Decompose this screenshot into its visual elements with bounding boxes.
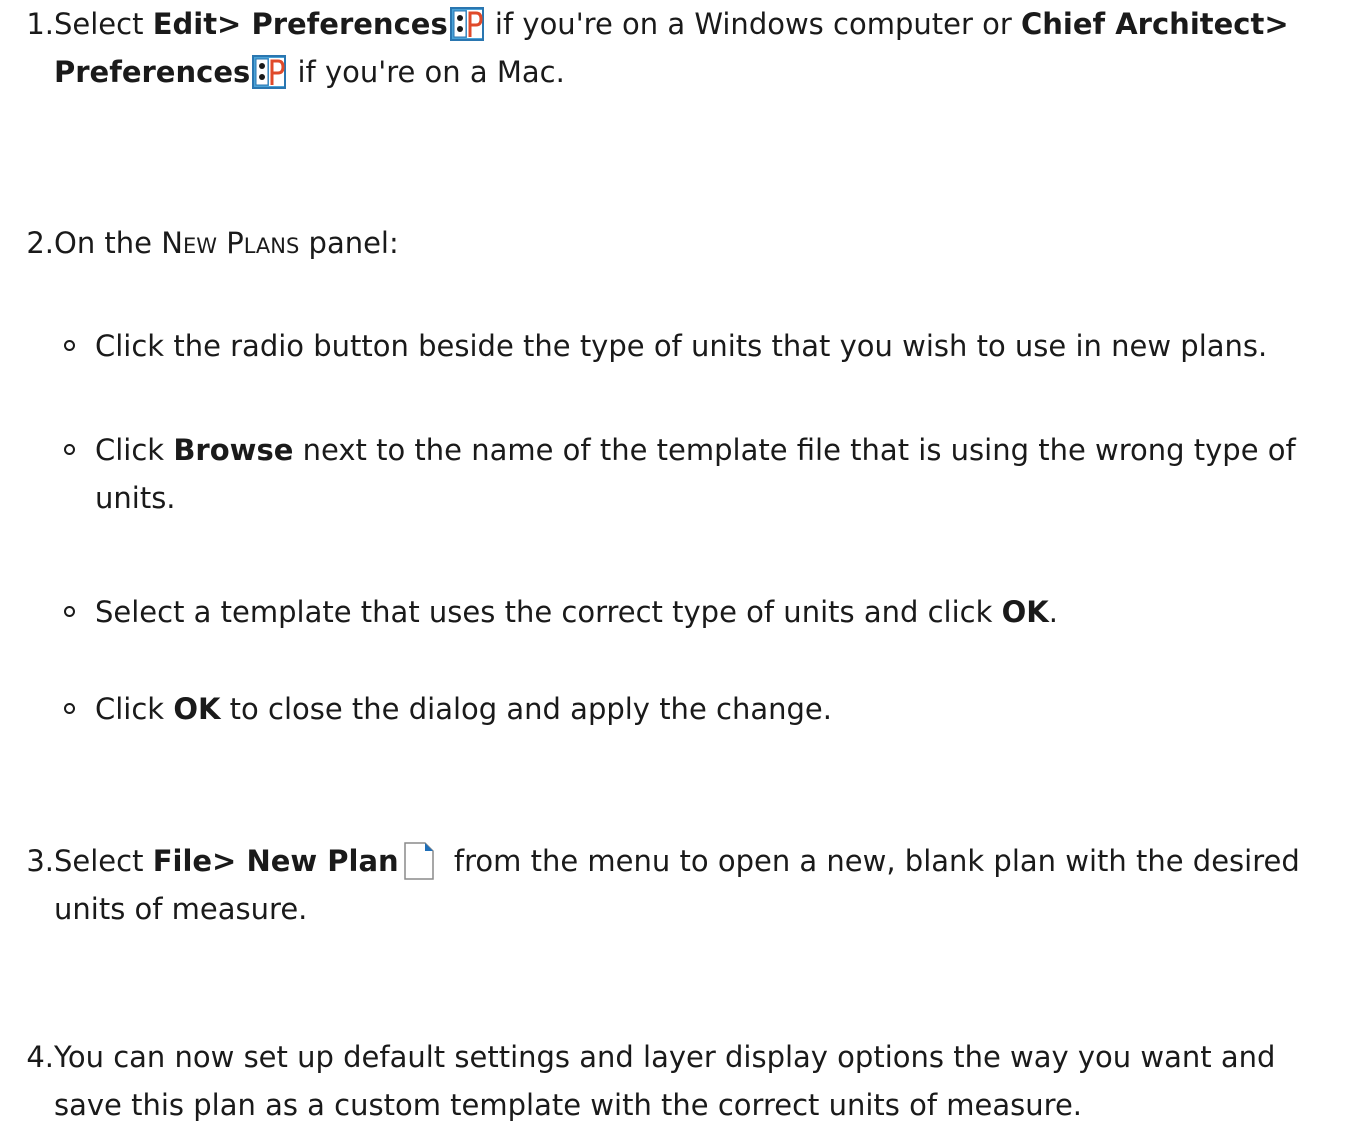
step-text: On the NEW PLANS panel: (54, 226, 399, 260)
step-4: 4. You can now set up default settings a… (10, 1033, 1340, 1129)
step-text: You can now set up default settings and … (54, 1040, 1276, 1122)
step-1: 1. Select Edit> Preferences if you're on… (10, 0, 1340, 96)
preferences-icon (449, 7, 484, 41)
preferences-icon (252, 55, 287, 89)
step-number: 2. (26, 226, 54, 260)
button-name-ok: OK (173, 692, 221, 726)
step-number: 1. (26, 7, 54, 41)
menu-path-new-plan: File> New Plan (152, 844, 399, 878)
panel-name: NEW PLANS (161, 226, 300, 260)
bullet-icon (64, 703, 75, 714)
bullet-icon (64, 606, 75, 617)
step-text: Select Edit> Preferences if you're on a … (54, 7, 1289, 89)
list-item: Select a template that uses the correct … (64, 588, 1340, 636)
menu-path-windows: Edit> Preferences (152, 7, 448, 41)
step-number: 4. (26, 1040, 54, 1074)
bullet-icon (64, 340, 75, 351)
instructions-document: 1. Select Edit> Preferences if you're on… (0, 0, 1351, 1137)
step-3: 3. Select File> New Plan from the menu t… (10, 837, 1340, 933)
button-name-browse: Browse (173, 433, 294, 467)
step-text: Select File> New Plan from the menu to o… (54, 842, 1300, 926)
step-number: 3. (26, 844, 54, 878)
list-item: Click the radio button beside the type o… (64, 322, 1340, 370)
bullet-icon (64, 444, 75, 455)
step-2: 2. On the NEW PLANS panel: (10, 219, 1340, 270)
list-item: Click Browse next to the name of the tem… (64, 426, 1340, 522)
list-item: Click OK to close the dialog and apply t… (64, 685, 1340, 733)
button-name-ok: OK (1001, 595, 1049, 629)
new-plan-icon (403, 842, 434, 880)
